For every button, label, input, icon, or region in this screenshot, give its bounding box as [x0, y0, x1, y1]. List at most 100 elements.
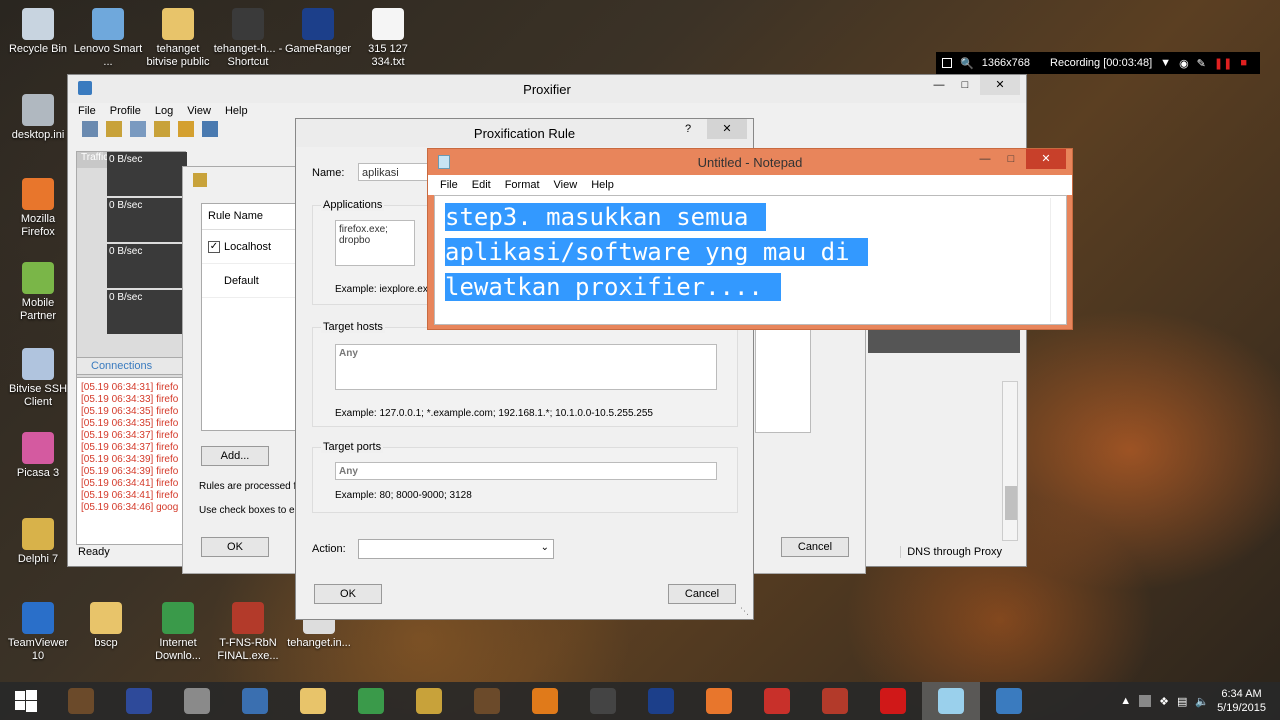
start-button[interactable]	[0, 682, 52, 720]
table-row[interactable]: ✓ Localhost	[202, 230, 296, 264]
desktop-icon[interactable]: Lenovo Smart ...	[73, 8, 143, 69]
resize-grip-icon[interactable]: ⋱	[740, 606, 749, 617]
notepad-menu-file[interactable]: File	[440, 179, 458, 191]
recorder-icon	[880, 688, 906, 714]
desktop-icon[interactable]: GameRanger	[283, 8, 353, 56]
taskbar-item-firefox[interactable]	[690, 682, 748, 720]
tray-app-icon[interactable]	[1139, 695, 1152, 707]
desktop-icon[interactable]: Delphi 7	[3, 518, 73, 566]
camera-icon[interactable]: ◉	[1179, 57, 1189, 70]
tab-connections[interactable]: Connections	[76, 357, 186, 375]
taskbar-item-vpn-app[interactable]	[516, 682, 574, 720]
taskbar-item-network-app[interactable]	[226, 682, 284, 720]
desktop-icon[interactable]: Bitvise SSH Client	[3, 348, 73, 409]
notepad-menu-view[interactable]: View	[554, 179, 578, 191]
rule-dialog-titlebar[interactable]: Proxification Rule ? ✕	[296, 119, 753, 147]
toolbar-open-icon[interactable]	[178, 121, 194, 137]
toolbar-save-icon[interactable]	[202, 121, 218, 137]
desktop-icon[interactable]: T-FNS-RbN FINAL.exe...	[213, 602, 283, 663]
taskbar-item-gameranger[interactable]	[632, 682, 690, 720]
dropbox-icon[interactable]: ❖	[1159, 695, 1169, 708]
taskbar-item-cs-app[interactable]	[748, 682, 806, 720]
desktop-icon-label: Mobile Partner	[19, 297, 57, 322]
taskbar-item-recorder[interactable]	[864, 682, 922, 720]
target-ports-example: Example: 80; 8000-9000; 3128	[335, 490, 472, 501]
notepad-scrollbar[interactable]	[1050, 198, 1064, 322]
desktop-icon[interactable]: desktop.ini	[3, 94, 73, 142]
proxifier-menu-log[interactable]: Log	[155, 105, 173, 117]
desktop-icon[interactable]: tehanget bitvise public	[143, 8, 213, 69]
window-icon[interactable]	[942, 58, 952, 68]
proxifier-menu-file[interactable]: File	[78, 105, 96, 117]
volume-icon[interactable]: 🔈	[1195, 695, 1209, 708]
close-button[interactable]: ✕	[980, 75, 1020, 95]
rules-cancel-button[interactable]: Cancel	[781, 537, 849, 557]
desktop-icon[interactable]: Internet Downlo...	[143, 602, 213, 663]
ok-button[interactable]: OK	[314, 584, 382, 604]
toolbar-connect-icon[interactable]	[82, 121, 98, 137]
proxifier-titlebar[interactable]: Proxifier — □ ✕	[68, 75, 1026, 103]
toolbar-profile-icon[interactable]	[154, 121, 170, 137]
maximize-button[interactable]: □	[950, 75, 980, 95]
taskbar-item-idm[interactable]	[342, 682, 400, 720]
desktop-icon-label: Picasa 3	[16, 467, 60, 479]
system-tray: ▲ ❖ ▤ 🔈 6:34 AM 5/19/2015	[1120, 682, 1280, 720]
desktop-icon[interactable]: Picasa 3	[3, 432, 73, 480]
notepad-menu-edit[interactable]: Edit	[472, 179, 491, 191]
notepad-menu-format[interactable]: Format	[505, 179, 540, 191]
column-rule-name[interactable]: Rule Name	[202, 204, 296, 230]
taskbar-item-tehanget-app[interactable]	[52, 682, 110, 720]
app-icon	[22, 178, 54, 210]
network-icon[interactable]: ▤	[1177, 695, 1187, 708]
maximize-button[interactable]: □	[996, 149, 1026, 169]
applications-field[interactable]: firefox.exe; dropbo	[335, 220, 415, 266]
cancel-button[interactable]: Cancel	[668, 584, 736, 604]
name-field[interactable]: aplikasi	[358, 163, 430, 181]
clock[interactable]: 6:34 AM 5/19/2015	[1217, 687, 1266, 715]
pen-icon[interactable]: ✎	[1197, 57, 1206, 70]
rules-ok-button[interactable]: OK	[201, 537, 269, 557]
table-row[interactable]: Default	[202, 264, 296, 298]
toolbar-proxy-icon[interactable]	[130, 121, 146, 137]
notepad-menu-help[interactable]: Help	[591, 179, 614, 191]
pause-icon[interactable]: ❚❚	[1214, 57, 1232, 70]
proxifier-menu-view[interactable]: View	[187, 105, 211, 117]
taskbar-item-notepad[interactable]	[922, 682, 980, 720]
dropdown-icon[interactable]: ▼	[1160, 57, 1171, 69]
taskbar-item-tehanget-3[interactable]	[458, 682, 516, 720]
help-button[interactable]: ?	[673, 119, 703, 139]
taskbar-item-explorer[interactable]	[284, 682, 342, 720]
taskbar-item-tehanget-2[interactable]	[400, 682, 458, 720]
taskbar-item-file-tool[interactable]	[168, 682, 226, 720]
zoom-icon[interactable]: 🔍	[960, 57, 974, 70]
desktop-icon[interactable]: bscp	[71, 602, 141, 650]
desktop-icon[interactable]: 315 127 334.txt	[353, 8, 423, 69]
rule-checkbox[interactable]: ✓	[208, 240, 220, 253]
add-rule-button[interactable]: Add...	[201, 446, 269, 466]
taskbar-item-metro-m[interactable]	[110, 682, 168, 720]
desktop-icon[interactable]: Mobile Partner	[3, 262, 73, 323]
desktop-icon[interactable]: Recycle Bin	[3, 8, 73, 56]
notepad-text-area[interactable]: step3. masukkan semua aplikasi/software …	[434, 195, 1067, 325]
desktop-icon[interactable]: tehanget-h... - Shortcut	[213, 8, 283, 69]
notepad-titlebar[interactable]: Untitled - Notepad — □ ✕	[428, 149, 1072, 175]
target-ports-field[interactable]: Any	[335, 462, 717, 480]
stop-icon[interactable]: ■	[1240, 57, 1247, 69]
toolbar-rules-icon[interactable]	[106, 121, 122, 137]
show-hidden-icons-icon[interactable]: ▲	[1120, 695, 1131, 707]
proxifier-menu-profile[interactable]: Profile	[110, 105, 141, 117]
desktop-icon[interactable]: Mozilla Firefox	[3, 178, 73, 239]
target-hosts-field[interactable]: Any	[335, 344, 717, 390]
taskbar-item-fns-app[interactable]	[806, 682, 864, 720]
notepad-app-icon	[438, 155, 450, 169]
close-button[interactable]: ✕	[1026, 149, 1066, 169]
proxifier-menu-help[interactable]: Help	[225, 105, 248, 117]
taskbar-item-proxifier[interactable]	[980, 682, 1038, 720]
close-button[interactable]: ✕	[707, 119, 747, 139]
notepad-title: Untitled - Notepad	[697, 154, 803, 170]
action-select[interactable]: ⌄	[358, 539, 554, 559]
desktop-icon[interactable]: TeamViewer 10	[3, 602, 73, 663]
log-scrollbar[interactable]	[1002, 381, 1018, 541]
taskbar-item-media-321[interactable]	[574, 682, 632, 720]
scrollbar-thumb[interactable]	[1005, 486, 1017, 520]
